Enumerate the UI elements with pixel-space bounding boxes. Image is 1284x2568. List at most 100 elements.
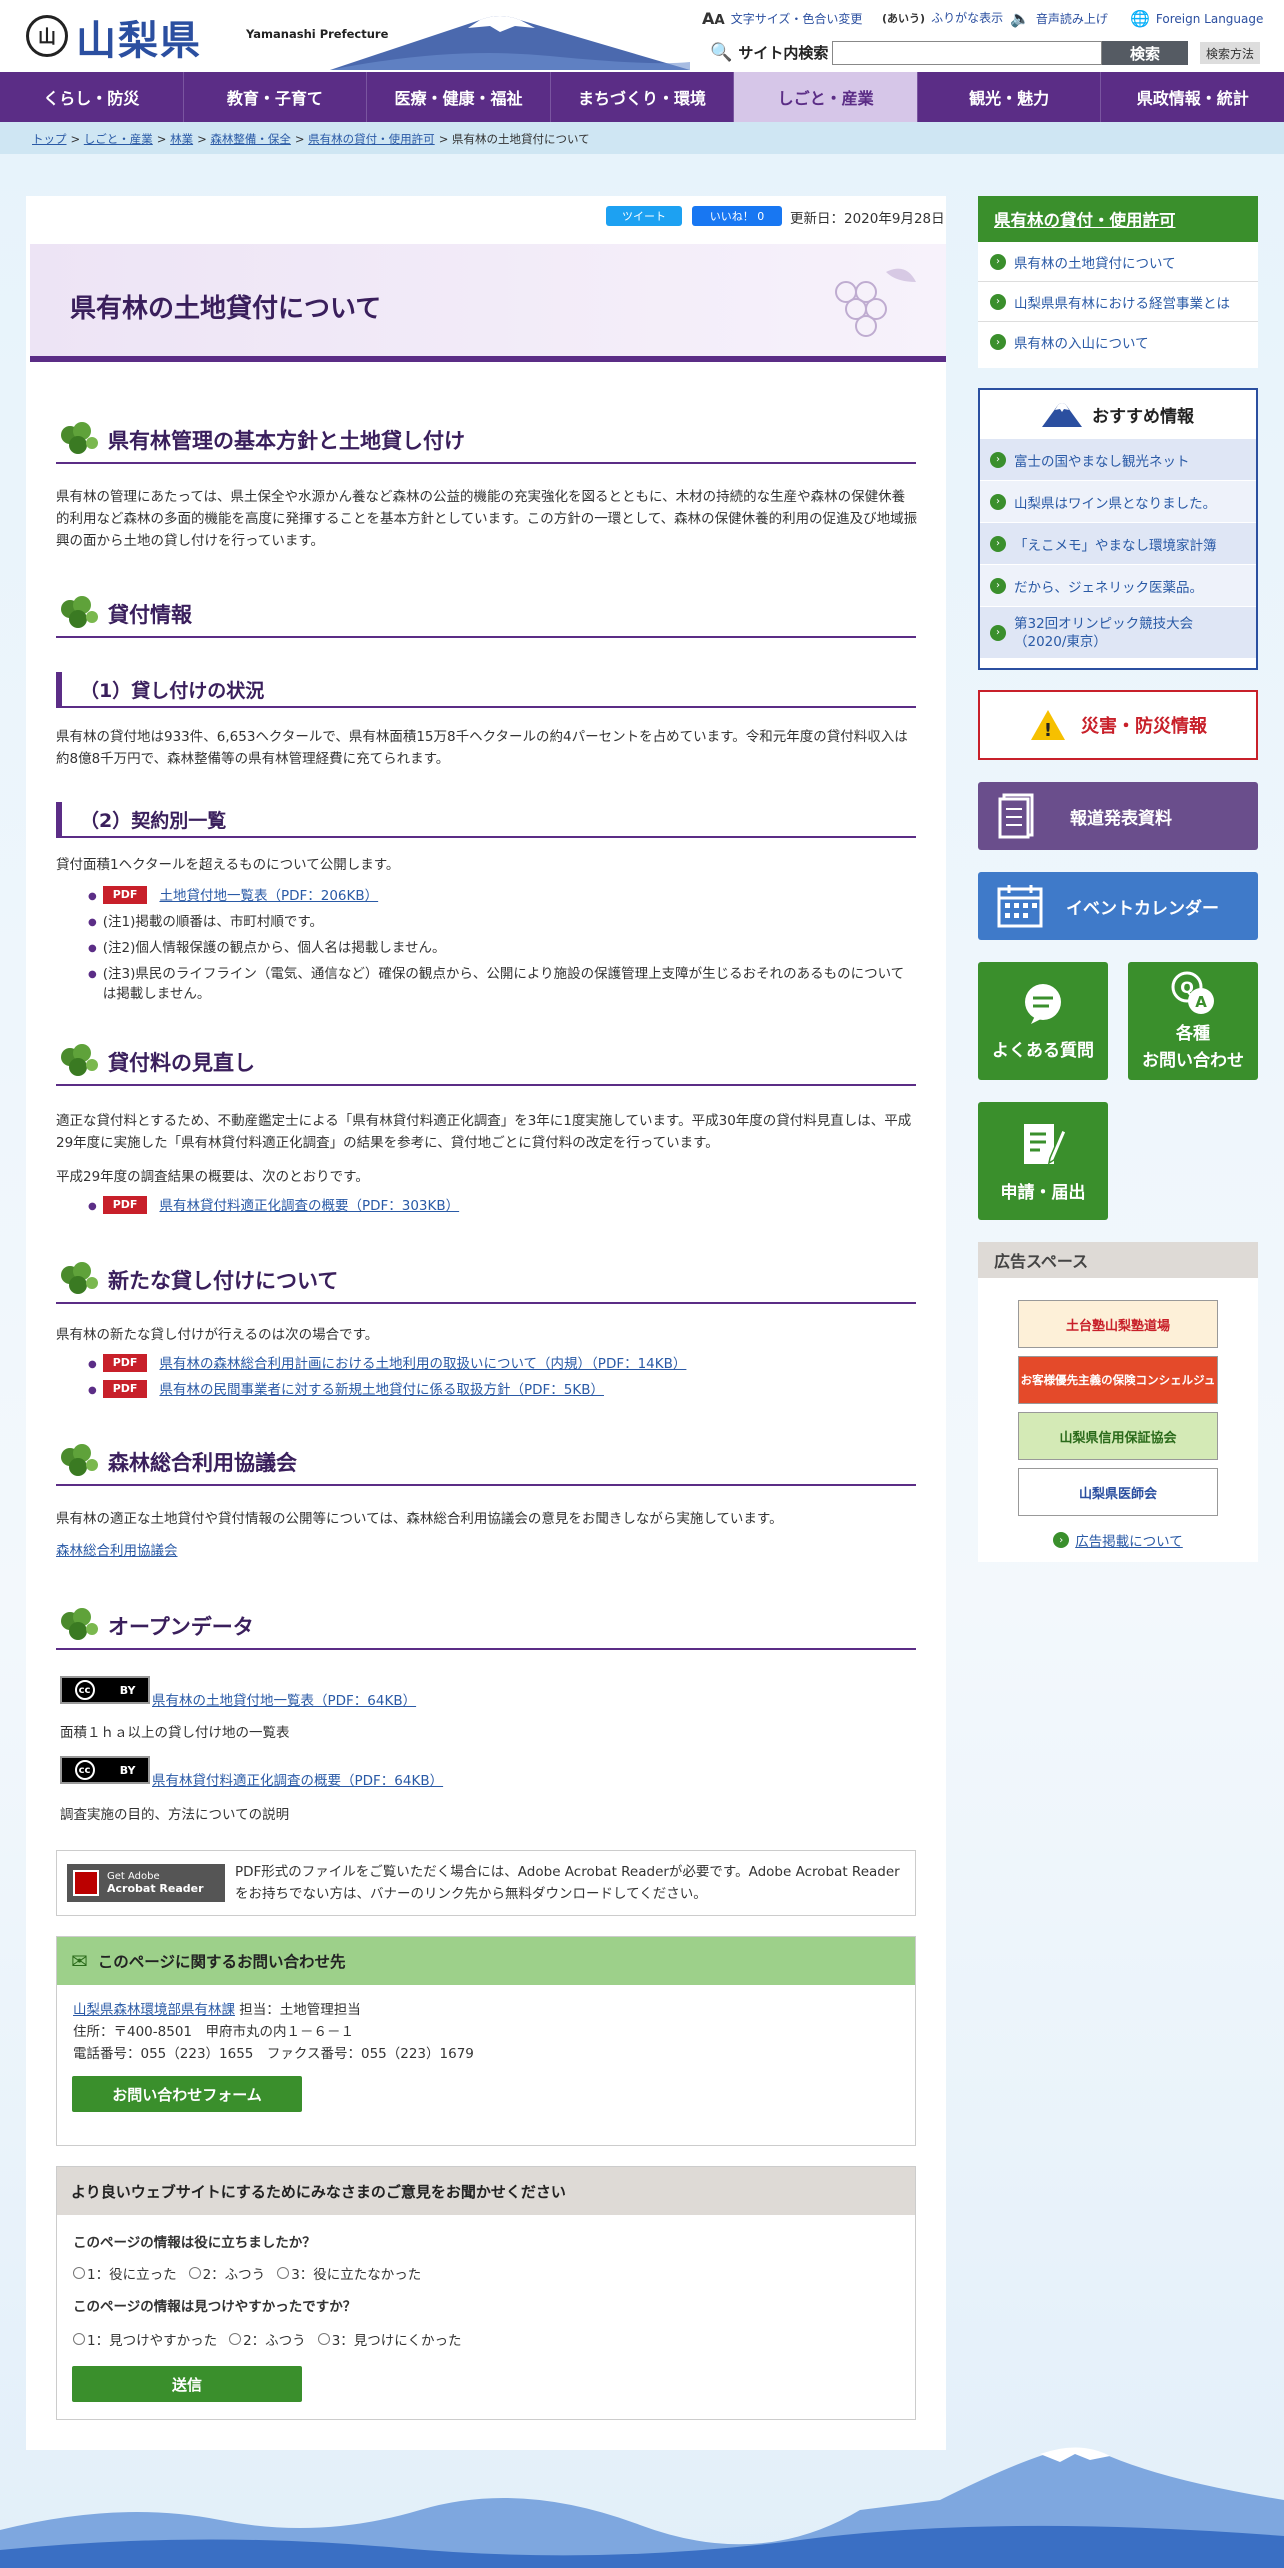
survey-option[interactable]: 1：役に立った: [73, 2263, 177, 2283]
subsection-heading-contract-list: （2）契約別一覧: [56, 802, 916, 838]
breadcrumb-top[interactable]: トップ: [32, 132, 67, 146]
survey-option[interactable]: 3：役に立たなかった: [277, 2263, 421, 2283]
recommended-item-wine[interactable]: › 山梨県はワイン県となりました。: [980, 480, 1256, 522]
section-text: 県有林の貸付地は933件、6,653ヘクタールで、県有林面積15万8千ヘクタール…: [56, 729, 908, 767]
disaster-info-button[interactable]: ! 災害・防災情報: [978, 690, 1258, 760]
sidebar-item-label: 県有林の入山について: [1014, 336, 1149, 352]
open-data-link-lending-list[interactable]: 県有林の土地貸付地一覧表（PDF：64KB）: [152, 1693, 416, 1709]
nav-shigoto[interactable]: しごと・産業: [734, 72, 918, 122]
creative-commons-by-icon: cc BY: [60, 1756, 150, 1784]
grape-leaf-icon: [61, 1608, 98, 1640]
ad-info-link-wrap: › 広告掲載について: [978, 1530, 1258, 1550]
option-label: 3：役に立たなかった: [291, 2267, 422, 2283]
ad-banner-3[interactable]: 山梨県信用保証協会: [1018, 1412, 1218, 1460]
breadcrumb-shinrin[interactable]: 森林整備・保全: [210, 132, 291, 146]
nav-kanko[interactable]: 観光・魅力: [918, 72, 1102, 122]
pdf-badge: PDF: [102, 1380, 148, 1398]
breadcrumb-ringyo[interactable]: 林業: [170, 132, 193, 146]
open-data-link-fee-survey[interactable]: 県有林貸付料適正化調査の概要（PDF：64KB）: [152, 1773, 443, 1789]
adobe-reader-banner[interactable]: Get Adobe Acrobat Reader: [67, 1864, 225, 1902]
qa-bubble-icon: QA: [1171, 971, 1214, 1014]
pdf-link-lending-list[interactable]: 土地貸付地一覧表（PDF：206KB）: [159, 886, 378, 906]
speech-button[interactable]: 🔈 音声読み上げ: [1010, 9, 1108, 28]
contact-form-button[interactable]: お問い合わせフォーム: [72, 2076, 302, 2112]
survey-options-2: 1：見つけやすかった 2：ふつう 3：見つけにくかった: [73, 2329, 462, 2349]
section-heading-fee-review: 貸付料の見直し: [56, 1040, 916, 1086]
search-button[interactable]: 検索: [1102, 41, 1188, 65]
nav-kyoiku[interactable]: 教育・子育て: [184, 72, 368, 122]
nav-iryo[interactable]: 医療・健康・福祉: [367, 72, 551, 122]
svg-text:!: !: [1044, 720, 1052, 741]
survey-option[interactable]: 3：見つけにくかった: [317, 2329, 462, 2349]
recommended-item-olympics[interactable]: › 第32回オリンピック競技大会（2020/東京）: [980, 606, 1256, 658]
text-size-button[interactable]: AA 文字サイズ・色合い変更: [702, 9, 862, 28]
pdf-link-fee-survey[interactable]: 県有林貸付料適正化調査の概要（PDF：303KB）: [159, 1196, 459, 1216]
sidebar-item-land-lending[interactable]: › 県有林の土地貸付について: [978, 242, 1258, 282]
event-calendar-button[interactable]: イベントカレンダー: [978, 872, 1258, 940]
breadcrumb-kashitsuke[interactable]: 県有林の貸付・使用許可: [308, 132, 435, 146]
contact-dept-link[interactable]: 山梨県森林環境部県有林課: [73, 2002, 235, 2018]
list-item: (注3)県民のライフライン（電気、通信など）確保の観点から、公開により施設の保護…: [88, 964, 908, 1004]
press-release-button[interactable]: 報道発表資料: [978, 782, 1258, 850]
disaster-label: 災害・防災情報: [1081, 716, 1207, 737]
council-link[interactable]: 森林総合利用協議会: [56, 1543, 178, 1559]
text-size-label: 文字サイズ・色合い変更: [730, 12, 863, 26]
arrow-right-icon: ›: [990, 334, 1006, 350]
faq-button[interactable]: よくある質問: [978, 962, 1108, 1080]
recommended-item-generic[interactable]: › だから、ジェネリック医薬品。: [980, 564, 1256, 606]
ad-banner-1[interactable]: 土台塾山梨塾道場: [1018, 1300, 1218, 1348]
prefecture-emblem-icon[interactable]: 山: [26, 15, 68, 57]
radio-button[interactable]: [73, 2333, 85, 2345]
arrow-right-icon: ›: [990, 451, 1006, 468]
section-heading-new-lending: 新たな貸し付けについて: [56, 1258, 916, 1304]
sidebar-item-management[interactable]: › 山梨県県有林における経営事業とは: [978, 282, 1258, 322]
list-item: PDF 県有林貸付料適正化調査の概要（PDF：303KB）: [88, 1196, 908, 1217]
nav-kensei[interactable]: 県政情報・統計: [1101, 72, 1284, 122]
search-input[interactable]: [832, 41, 1102, 65]
grape-leaf-icon: [61, 1444, 98, 1476]
recommended-item-ecomemo[interactable]: › 「えこメモ」やまなし環境家計簿: [980, 522, 1256, 564]
option-label: 1：見つけやすかった: [87, 2333, 218, 2349]
warning-icon: !: [1031, 710, 1065, 741]
nav-machizukuri[interactable]: まちづくり・環境: [551, 72, 735, 122]
ad-banner-2[interactable]: お客様優先主義の保険コンシェルジュ: [1018, 1356, 1218, 1404]
nav-kurashi[interactable]: くらし・防災: [0, 72, 184, 122]
section-heading-lending-info: 貸付情報: [56, 592, 916, 638]
sidebar-local-nav-title[interactable]: 県有林の貸付・使用許可: [978, 196, 1258, 242]
recommended-item-kanko[interactable]: › 富士の国やまなし観光ネット: [980, 438, 1256, 480]
radio-button[interactable]: [229, 2333, 242, 2345]
breadcrumb-shigoto[interactable]: しごと・産業: [84, 132, 153, 146]
svg-text:A: A: [1195, 993, 1207, 1011]
application-button[interactable]: 申請・届出: [978, 1102, 1108, 1220]
pdf-link-land-use-rules[interactable]: 県有林の森林総合利用計画における土地利用の取扱いについて（内規）（PDF：14K…: [159, 1354, 686, 1374]
facebook-like-button[interactable]: いいね！ 0: [692, 206, 782, 226]
inquiry-button[interactable]: QA 各種 お問い合わせ: [1128, 962, 1258, 1080]
recommended-label: 「えこメモ」やまなし環境家計簿: [1014, 537, 1217, 554]
survey-option[interactable]: 1：見つけやすかった: [73, 2329, 217, 2349]
pdf-link-private-lending-policy[interactable]: 県有林の民間事業者に対する新規土地貸付に係る取扱方針（PDF：5KB）: [159, 1380, 604, 1400]
survey-option[interactable]: 2：ふつう: [188, 2263, 265, 2283]
contact-body: 山梨県森林環境部県有林課 担当：土地管理担当 住所：〒400-8501 甲府市丸…: [57, 1985, 915, 2079]
radio-button[interactable]: [188, 2267, 201, 2279]
adobe-reader-notice: Get Adobe Acrobat Reader PDF形式のファイルをご覧いただ…: [56, 1850, 916, 1916]
survey-submit-button[interactable]: 送信: [72, 2366, 302, 2402]
foreign-language-button[interactable]: 🌐 Foreign Language: [1130, 9, 1263, 28]
sidebar-item-label: 県有林の土地貸付について: [1014, 255, 1176, 272]
tweet-button[interactable]: ツイート: [606, 206, 682, 226]
site-logo[interactable]: 山梨県: [76, 8, 202, 66]
application-label: 申請・届出: [1000, 1182, 1086, 1203]
speaker-icon: 🔈: [1010, 9, 1030, 28]
sidebar-item-entry[interactable]: › 県有林の入山について: [978, 322, 1258, 362]
ad-info-link[interactable]: 広告掲載について: [1075, 1530, 1183, 1550]
mount-fuji-icon: [1042, 403, 1082, 427]
ad-banner-4[interactable]: 山梨県医師会: [1018, 1468, 1218, 1516]
section-link-wrap: 森林総合利用協議会: [56, 1540, 918, 1562]
radio-button[interactable]: [73, 2267, 85, 2279]
radio-button[interactable]: [277, 2267, 290, 2279]
survey-option[interactable]: 2：ふつう: [229, 2329, 306, 2349]
furigana-button[interactable]: (あいう) ふりがな表示: [882, 9, 1003, 26]
section-heading-basic-policy: 県有林管理の基本方針と土地貸し付け: [56, 418, 916, 464]
search-help-button[interactable]: 検索方法: [1200, 42, 1260, 64]
list-item: PDF 土地貸付地一覧表（PDF：206KB）: [88, 886, 908, 907]
radio-button[interactable]: [317, 2333, 330, 2345]
